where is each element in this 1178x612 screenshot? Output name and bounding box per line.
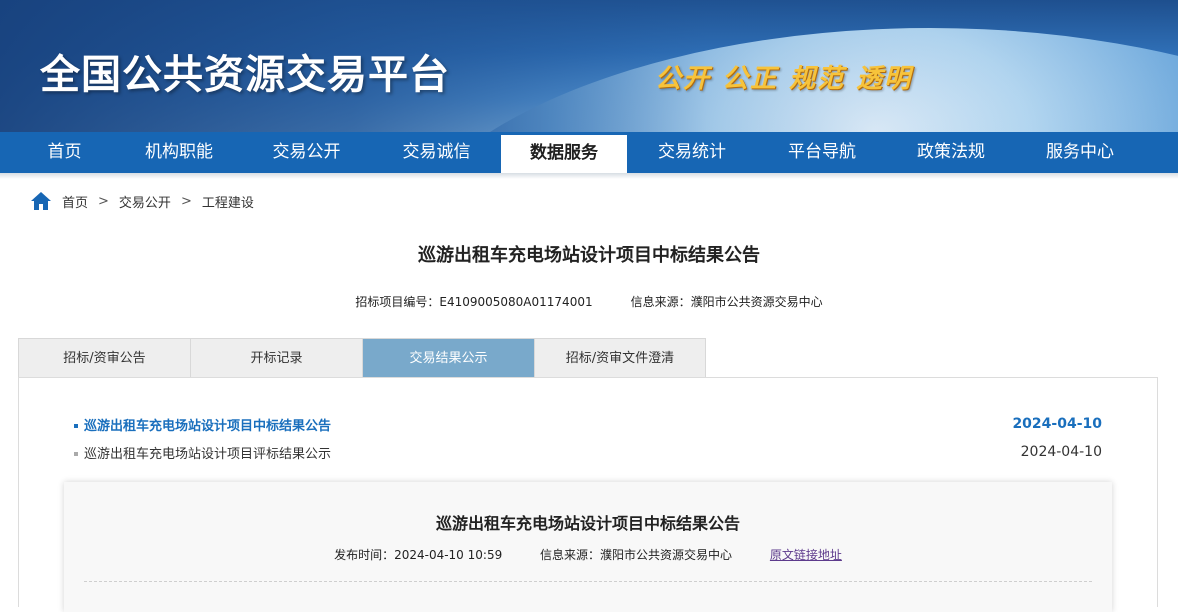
nav-item-service[interactable]: 服务中心 — [1015, 132, 1145, 173]
tab-opening-record[interactable]: 开标记录 — [190, 338, 362, 378]
bullet-icon — [74, 424, 78, 428]
nav-item-policy[interactable]: 政策法规 — [887, 132, 1015, 173]
tab-bar: 招标/资审公告 开标记录 交易结果公示 招标/资审文件澄清 — [18, 338, 706, 378]
site-slogan: 公开 公正 规范 透明 — [655, 64, 913, 94]
list-item-date: 2024-04-10 — [1012, 416, 1102, 432]
tab-clarification[interactable]: 招标/资审文件澄清 — [534, 338, 706, 378]
project-meta: 招标项目编号：E4109005080A01174001 信息来源：濮阳市公共资源交… — [0, 293, 1178, 310]
tab-result-notice[interactable]: 交易结果公示 — [362, 338, 534, 378]
breadcrumb: 首页 > 交易公开 > 工程建设 — [30, 190, 254, 212]
nav-item-functions[interactable]: 机构职能 — [129, 132, 229, 173]
divider — [84, 581, 1092, 582]
list-item-title[interactable]: 巡游出租车充电场站设计项目评标结果公示 — [84, 447, 331, 462]
breadcrumb-public[interactable]: 交易公开 — [119, 192, 171, 211]
info-source: 信息来源：濮阳市公共资源交易中心 — [630, 295, 823, 309]
detail-card: 巡游出租车充电场站设计项目中标结果公告 发布时间：2024-04-10 10:5… — [64, 482, 1112, 612]
header-banner: 全国公共资源交易平台 公开 公正 规范 透明 — [0, 0, 1178, 132]
publish-time: 发布时间：2024-04-10 10:59 — [334, 548, 503, 562]
tab-bid-notice[interactable]: 招标/资审公告 — [18, 338, 190, 378]
breadcrumb-separator: > — [180, 193, 192, 209]
bullet-icon — [74, 452, 78, 456]
breadcrumb-separator: > — [98, 193, 109, 209]
page-title: 巡游出租车充电场站设计项目中标结果公告 — [418, 245, 760, 266]
breadcrumb-engineering[interactable]: 工程建设 — [202, 192, 254, 211]
list-item[interactable]: 巡游出租车充电场站设计项目中标结果公告 2024-04-10 — [74, 410, 1102, 438]
detail-title: 巡游出租车充电场站设计项目中标结果公告 — [435, 514, 740, 533]
nav-item-navigation[interactable]: 平台导航 — [757, 132, 887, 173]
list-item-title[interactable]: 巡游出租车充电场站设计项目中标结果公告 — [84, 419, 331, 434]
nav-item-home[interactable]: 首页 — [0, 132, 129, 173]
detail-source: 信息来源：濮阳市公共资源交易中心 — [540, 548, 733, 562]
main-nav: 首页 机构职能 交易公开 交易诚信 数据服务 交易统计 平台导航 政策法规 服务… — [0, 132, 1178, 180]
list-item[interactable]: 巡游出租车充电场站设计项目评标结果公示 2024-04-10 — [74, 438, 1102, 466]
nav-item-statistics[interactable]: 交易统计 — [627, 132, 757, 173]
site-title: 全国公共资源交易平台 — [40, 52, 450, 98]
project-number: 招标项目编号：E4109005080A01174001 — [355, 295, 593, 309]
nav-item-public[interactable]: 交易公开 — [229, 132, 384, 173]
notice-list: 巡游出租车充电场站设计项目中标结果公告 2024-04-10 巡游出租车充电场站… — [74, 410, 1102, 466]
nav-item-integrity[interactable]: 交易诚信 — [384, 132, 489, 173]
list-item-date: 2024-04-10 — [1020, 444, 1102, 460]
breadcrumb-home[interactable]: 首页 — [62, 192, 88, 211]
original-link[interactable]: 原文链接地址 — [770, 548, 842, 562]
detail-meta: 发布时间：2024-04-10 10:59 信息来源：濮阳市公共资源交易中心 原… — [64, 546, 1112, 563]
home-icon[interactable] — [30, 191, 52, 211]
